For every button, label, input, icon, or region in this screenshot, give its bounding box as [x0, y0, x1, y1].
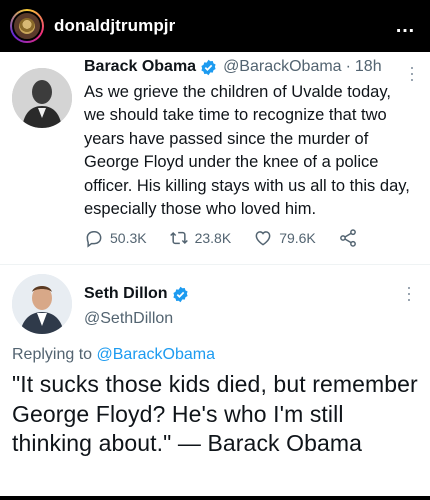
like-button[interactable]: 79.6K [253, 228, 316, 248]
tweet2-author-name[interactable]: Seth Dillon [84, 285, 168, 303]
tweet2-author-name-row: Seth Dillon [84, 285, 195, 303]
tweet-screenshot: Barack Obama @BarackObama · 18h · · · As w… [0, 52, 430, 496]
instagram-post-header: donaldjtrumpjr … [0, 0, 430, 52]
obama-avatar[interactable] [12, 68, 72, 128]
like-count: 79.6K [279, 230, 316, 246]
reply-icon [86, 231, 102, 248]
tweet2-author-handle[interactable]: @SethDillon [84, 310, 173, 328]
replying-to-mention[interactable]: @BarackObama [97, 346, 216, 363]
seal-logo [19, 18, 35, 34]
tweet2-text: "It sucks those kids died, but remember … [12, 371, 418, 456]
share-icon [339, 229, 356, 247]
person-portrait-icon [12, 68, 72, 128]
reply-button[interactable]: 50.3K [84, 228, 147, 248]
tweet2-more-icon[interactable]: · · · [406, 278, 412, 308]
like-icon [255, 231, 271, 246]
profile-avatar-story-ring[interactable] [10, 9, 44, 43]
replying-to-line: Replying to @BarackObama [12, 346, 215, 364]
tweet1-author-handle[interactable]: @BarackObama [223, 58, 342, 76]
replying-to-label: Replying to [12, 346, 97, 363]
share-button[interactable] [338, 228, 364, 248]
retweet-count: 23.8K [194, 230, 232, 246]
tweet1-actions: 50.3K 23.8K 79.6K [84, 228, 384, 248]
tweet1-text: As we grieve the children of Uvalde toda… [84, 83, 410, 219]
retweet-icon [169, 231, 188, 245]
reply-count: 50.3K [110, 230, 147, 246]
verified-badge-icon [172, 286, 188, 302]
retweet-button[interactable]: 23.8K [169, 228, 232, 248]
tweet1-author-name[interactable]: Barack Obama [84, 58, 196, 76]
profile-username[interactable]: donaldjtrumpjr [54, 16, 175, 36]
seth-dillon-avatar[interactable] [12, 274, 72, 334]
tweet1-timestamp[interactable]: 18h [355, 58, 382, 76]
profile-avatar [12, 11, 42, 41]
verified-badge-icon [201, 59, 216, 75]
tweet1-header: Barack Obama @BarackObama · 18h [84, 58, 382, 76]
person-portrait-icon [12, 274, 72, 334]
tweet1-more-icon[interactable]: · · · [409, 58, 415, 88]
tweet-divider [0, 264, 430, 265]
separator-dot: · [345, 58, 351, 75]
more-options-icon[interactable]: … [395, 15, 416, 38]
